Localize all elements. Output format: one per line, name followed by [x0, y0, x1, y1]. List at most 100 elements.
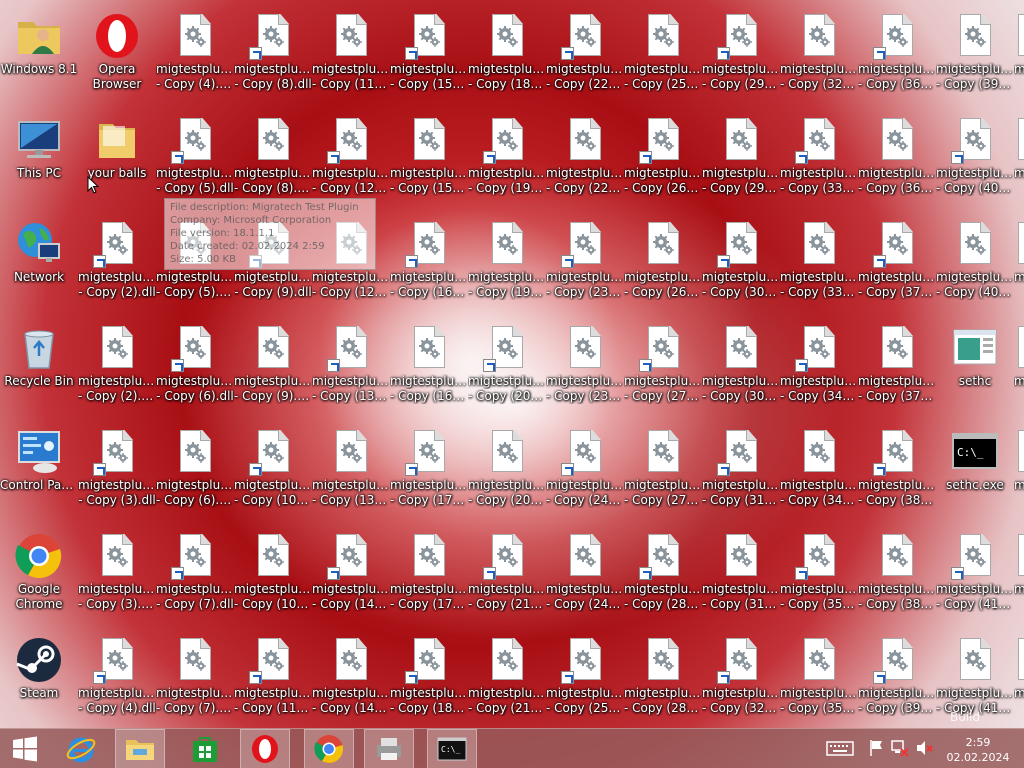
plugin-file-icon[interactable]: migtestplugin - Copy (6).dll — [156, 315, 234, 415]
plugin-file-icon[interactable]: migtestplugin - Copy (25).... — [624, 3, 702, 103]
plugin-file-icon[interactable]: migtestplugin - Copy (5).dll — [156, 107, 234, 207]
cmd-button[interactable]: C:\_ — [427, 729, 477, 768]
plugin-file-icon[interactable]: migtestplugin - Copy (30).... — [702, 315, 780, 415]
desktop-icon-user[interactable]: Windows 8.1 — [0, 3, 78, 103]
plugin-file-icon[interactable]: migtestplugin - Copy (23).... — [546, 211, 624, 311]
plugin-file-icon[interactable]: migtestplugin - Copy (18).... — [390, 627, 468, 727]
keyboard-icon[interactable] — [826, 739, 854, 757]
plugin-file-icon[interactable]: migtestplugin - Copy (26).... — [624, 107, 702, 207]
plugin-file-icon[interactable]: migtestplugin - Copy (37).... — [858, 315, 936, 415]
plugin-file-icon[interactable]: migtestplugin - Copy (28).... — [624, 627, 702, 727]
desktop-icon-steam[interactable]: Steam — [0, 627, 78, 727]
volume-muted-icon[interactable] — [915, 739, 933, 757]
plugin-file-icon[interactable]: migtestplugin - Copy (38).... — [858, 523, 936, 623]
store-button[interactable] — [180, 729, 230, 768]
plugin-file-icon[interactable]: migtestplugin - Copy (14).... — [312, 627, 390, 727]
plugin-file-icon[interactable]: migtestplugin - Copy (14).... — [312, 523, 390, 623]
plugin-file-icon[interactable]: migtestplugin - Copy (11).... — [312, 3, 390, 103]
plugin-file-icon[interactable]: migtestplugin - Copy (31).... — [702, 523, 780, 623]
plugin-file-icon[interactable]: migtestplugin - Copy (23).... — [546, 315, 624, 415]
plugin-file-icon[interactable]: migtestplugin - Copy (21).... — [468, 523, 546, 623]
plugin-file-icon[interactable]: migtestplugin - Copy (8).d... — [234, 107, 312, 207]
plugin-file-icon[interactable]: migtestplugin - Copy (40).... — [936, 211, 1014, 311]
plugin-file-icon[interactable]: migtestplugin - Copy (2).dll — [78, 211, 156, 311]
plugin-file-icon[interactable]: migtestplugin - Copy (35).... — [780, 523, 858, 623]
plugin-file-icon[interactable]: migtestplugin - Copy (4).dll — [78, 627, 156, 727]
plugin-file-icon[interactable]: migtestplugin - Copy (16).... — [390, 211, 468, 311]
plugin-file-icon[interactable]: migtestplugin - Copy (33).... — [780, 211, 858, 311]
plugin-file-icon[interactable]: migtestplugin - Copy (33).... — [780, 107, 858, 207]
partial-desktop-icon[interactable]: m — [1014, 627, 1024, 727]
plugin-file-icon[interactable]: migtestplugin - Copy (21).... — [468, 627, 546, 727]
opera-button[interactable] — [240, 729, 290, 768]
desktop[interactable]: Windows 8.1 This PC Network Recycle Bin Cont… — [0, 0, 1024, 728]
desktop-icon-opera[interactable]: Opera Browser — [78, 3, 156, 103]
plugin-file-icon[interactable]: migtestplugin - Copy (34).... — [780, 315, 858, 415]
partial-desktop-icon[interactable]: m — [1014, 523, 1024, 623]
plugin-file-icon[interactable]: migtestplugin - Copy (34).... — [780, 419, 858, 519]
partial-desktop-icon[interactable]: m — [1014, 315, 1024, 415]
plugin-file-icon[interactable]: migtestplugin - Copy (3).dll — [78, 419, 156, 519]
plugin-file-icon[interactable]: migtestplugin - Copy (13).... — [312, 315, 390, 415]
plugin-file-icon[interactable]: migtestplugin - Copy (39).... — [936, 3, 1014, 103]
printer-button[interactable] — [364, 729, 414, 768]
chrome-button[interactable] — [304, 729, 354, 768]
plugin-file-icon[interactable]: migtestplugin - Copy (4).d... — [156, 3, 234, 103]
plugin-file-icon[interactable]: migtestplugin - Copy (6).d... — [156, 419, 234, 519]
desktop-icon-cmd[interactable]: C:\_ sethc.exe — [936, 419, 1014, 519]
plugin-file-icon[interactable]: migtestplugin - Copy (3).d... — [78, 523, 156, 623]
plugin-file-icon[interactable]: migtestplugin - Copy (8).dll — [234, 3, 312, 103]
plugin-file-icon[interactable]: migtestplugin - Copy (24).... — [546, 419, 624, 519]
plugin-file-icon[interactable]: migtestplugin - Copy (18).... — [468, 3, 546, 103]
plugin-file-icon[interactable]: migtestplugin - Copy (36).... — [858, 3, 936, 103]
plugin-file-icon[interactable]: migtestplugin - Copy (16).... — [390, 315, 468, 415]
plugin-file-icon[interactable]: migtestplugin - Copy (19).... — [468, 107, 546, 207]
plugin-file-icon[interactable]: migtestplugin - Copy (9).d... — [234, 315, 312, 415]
desktop-icon-pc[interactable]: This PC — [0, 107, 78, 207]
plugin-file-icon[interactable]: migtestplugin - Copy (10).... — [234, 419, 312, 519]
action-center-flag-icon[interactable] — [868, 739, 884, 757]
plugin-file-icon[interactable]: migtestplugin - Copy (41).... — [936, 523, 1014, 623]
plugin-file-icon[interactable]: migtestplugin - Copy (7).dll — [156, 523, 234, 623]
partial-desktop-icon[interactable]: m — [1014, 3, 1024, 103]
plugin-file-icon[interactable]: migtestplugin - Copy (20).... — [468, 315, 546, 415]
plugin-file-icon[interactable]: migtestplugin - Copy (24).... — [546, 523, 624, 623]
desktop-icon-chrome[interactable]: Google Chrome — [0, 523, 78, 623]
plugin-file-icon[interactable]: migtestplugin - Copy (11).... — [234, 627, 312, 727]
plugin-file-icon[interactable]: migtestplugin - Copy (10).... — [234, 523, 312, 623]
plugin-file-icon[interactable]: migtestplugin - Copy (20).... — [468, 419, 546, 519]
file-explorer-button[interactable] — [115, 729, 165, 768]
plugin-file-icon[interactable]: migtestplugin - Copy (7).d... — [156, 627, 234, 727]
desktop-icon-recycle[interactable]: Recycle Bin — [0, 315, 78, 415]
internet-explorer-button[interactable] — [56, 729, 106, 768]
plugin-file-icon[interactable]: migtestplugin - Copy (39).... — [858, 627, 936, 727]
plugin-file-icon[interactable]: migtestplugin - Copy (32).... — [702, 627, 780, 727]
plugin-file-icon[interactable]: migtestplugin - Copy (40).... — [936, 107, 1014, 207]
desktop-icon-sethc[interactable]: sethc — [936, 315, 1014, 415]
plugin-file-icon[interactable]: migtestplugin - Copy (22).... — [546, 107, 624, 207]
plugin-file-icon[interactable]: migtestplugin - Copy (17).... — [390, 419, 468, 519]
plugin-file-icon[interactable]: migtestplugin - Copy (15).... — [390, 107, 468, 207]
plugin-file-icon[interactable]: migtestplugin - Copy (32).... — [780, 3, 858, 103]
plugin-file-icon[interactable]: migtestplugin - Copy (19).... — [468, 211, 546, 311]
plugin-file-icon[interactable]: migtestplugin - Copy (26).... — [624, 211, 702, 311]
plugin-file-icon[interactable]: migtestplugin - Copy (13).... — [312, 419, 390, 519]
plugin-file-icon[interactable]: migtestplugin - Copy (17).... — [390, 523, 468, 623]
desktop-icon-control[interactable]: Control Panel — [0, 419, 78, 519]
plugin-file-icon[interactable]: migtestplugin - Copy (25).... — [546, 627, 624, 727]
partial-desktop-icon[interactable]: m — [1014, 211, 1024, 311]
plugin-file-icon[interactable]: migtestplugin - Copy (12).... — [312, 107, 390, 207]
plugin-file-icon[interactable]: migtestplugin - Copy (38).... — [858, 419, 936, 519]
plugin-file-icon[interactable]: migtestplugin - Copy (15).... — [390, 3, 468, 103]
plugin-file-icon[interactable]: migtestplugin - Copy (37).... — [858, 211, 936, 311]
plugin-file-icon[interactable]: migtestplugin - Copy (28).... — [624, 523, 702, 623]
start-button[interactable] — [0, 729, 50, 768]
system-clock[interactable]: 2:59 02.02.2024 — [938, 735, 1018, 765]
plugin-file-icon[interactable]: migtestplugin - Copy (36).... — [858, 107, 936, 207]
plugin-file-icon[interactable]: migtestplugin - Copy (30).... — [702, 211, 780, 311]
desktop-icon-network[interactable]: Network — [0, 211, 78, 311]
partial-desktop-icon[interactable]: m — [1014, 419, 1024, 519]
plugin-file-icon[interactable]: migtestplugin - Copy (31).... — [702, 419, 780, 519]
plugin-file-icon[interactable]: migtestplugin - Copy (29).... — [702, 3, 780, 103]
plugin-file-icon[interactable]: migtestplugin - Copy (27).... — [624, 419, 702, 519]
